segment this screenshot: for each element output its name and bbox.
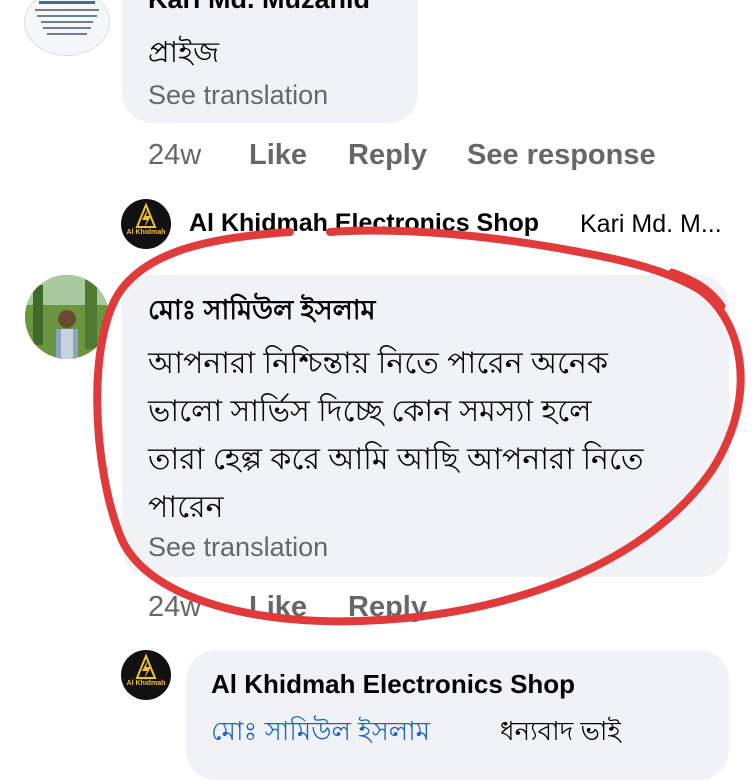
comment-timestamp[interactable]: 24w bbox=[148, 139, 201, 172]
see-response-button[interactable]: See response bbox=[467, 139, 656, 172]
avatar-samiul-islam[interactable] bbox=[25, 275, 109, 359]
reply-author-name[interactable]: Al Khidmah Electronics Shop bbox=[211, 669, 575, 700]
shop-logo-text: Al Khidmah bbox=[126, 229, 166, 236]
see-translation-link[interactable]: See translation bbox=[148, 532, 328, 563]
reply-button[interactable]: Reply bbox=[348, 591, 427, 624]
avatar-image bbox=[35, 1, 99, 35]
collapsed-reply-preview[interactable]: Kari Md. M... bbox=[580, 210, 722, 239]
lightning-bolt-icon bbox=[135, 202, 157, 228]
shop-logo-avatar[interactable]: Al Khidmah bbox=[121, 199, 171, 249]
like-button[interactable]: Like bbox=[249, 591, 307, 624]
reply-mention-link[interactable]: মোঃ সামিউল ইসলাম bbox=[211, 711, 430, 755]
shop-logo-avatar[interactable]: Al Khidmah bbox=[121, 650, 171, 700]
comment-text-line-2: ভালো সার্ভিস দিচ্ছে কোন সমস্যা হলে bbox=[148, 395, 592, 428]
reply-text: ধন্যবাদ ভাই bbox=[500, 716, 621, 746]
avatar-kari-md-muzahid[interactable] bbox=[24, 0, 110, 56]
avatar-photo bbox=[25, 275, 109, 359]
comment-text: প্রাইজ bbox=[148, 37, 220, 69]
comment-author-name[interactable]: মোঃ সামিউল ইসলাম bbox=[148, 290, 376, 335]
comment-text-line-4: পারেন bbox=[148, 491, 224, 524]
comment-timestamp[interactable]: 24w bbox=[148, 591, 201, 624]
lightning-bolt-icon bbox=[135, 653, 157, 679]
comment-text-line-3: তারা হেল্প করে আমি আছি আপনারা নিতে bbox=[148, 443, 644, 476]
like-button[interactable]: Like bbox=[249, 139, 307, 172]
shop-logo-text: Al Khidmah bbox=[126, 680, 166, 687]
collapsed-reply-author[interactable]: Al Khidmah Electronics Shop bbox=[189, 209, 539, 238]
reply-button[interactable]: Reply bbox=[348, 139, 427, 172]
comment-text-line-1: আপনারা নিশ্চিন্তায় নিতে পারেন অনেক bbox=[148, 347, 608, 380]
comment-author-name[interactable]: Kari Md. Muzahid bbox=[148, 0, 370, 15]
see-translation-link[interactable]: See translation bbox=[148, 80, 328, 111]
